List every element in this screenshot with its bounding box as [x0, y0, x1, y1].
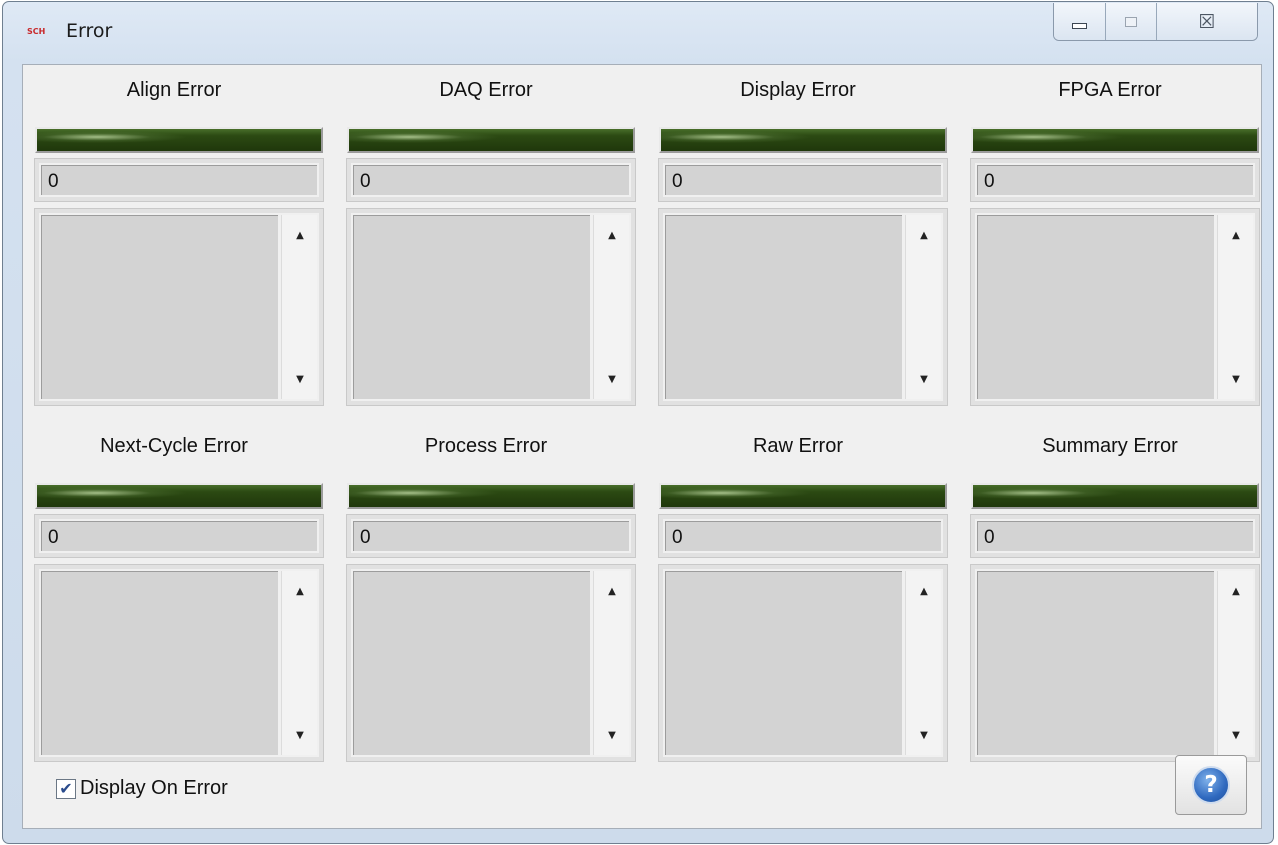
- error-code-field: 0: [346, 514, 636, 558]
- scrollbar[interactable]: ▲ ▼: [905, 215, 941, 399]
- error-code-field: 0: [34, 514, 324, 558]
- error-message-box: ▲ ▼: [346, 208, 636, 406]
- scroll-up-icon[interactable]: ▲: [906, 579, 942, 605]
- scroll-down-icon[interactable]: ▼: [594, 367, 630, 393]
- scrollbar[interactable]: ▲ ▼: [281, 215, 317, 399]
- app-logo-icon: SCH: [27, 27, 46, 36]
- error-message-text[interactable]: [665, 571, 902, 755]
- scroll-up-icon[interactable]: ▲: [906, 223, 942, 249]
- maximize-icon: [1124, 16, 1137, 27]
- scroll-down-icon[interactable]: ▼: [282, 367, 318, 393]
- error-code-value: 0: [41, 165, 317, 195]
- error-code-value: 0: [353, 521, 629, 551]
- status-led-indicator: [347, 483, 635, 509]
- error-panel: Align Error 0 ▲ ▼ DAQ Error 0 ▲ ▼ Display Error 0…: [22, 64, 1262, 829]
- minimize-button[interactable]: [1054, 3, 1106, 40]
- error-code-value: 0: [665, 521, 941, 551]
- error-title: DAQ Error: [439, 79, 533, 101]
- scroll-up-icon[interactable]: ▲: [594, 579, 630, 605]
- display-on-error-checkbox[interactable]: ✔: [56, 778, 76, 799]
- error-code-value: 0: [353, 165, 629, 195]
- status-led-indicator: [35, 127, 323, 153]
- window-title: Error: [66, 20, 113, 42]
- scroll-down-icon[interactable]: ▼: [906, 367, 942, 393]
- close-icon: ☒: [1198, 10, 1216, 33]
- error-message-box: ▲ ▼: [970, 208, 1260, 406]
- error-title: Summary Error: [1042, 435, 1178, 457]
- error-code-value: 0: [665, 165, 941, 195]
- scroll-up-icon[interactable]: ▲: [1218, 579, 1254, 605]
- error-title: Process Error: [424, 435, 548, 457]
- error-code-field: 0: [34, 158, 324, 202]
- scroll-up-icon[interactable]: ▲: [594, 223, 630, 249]
- error-message-box: ▲ ▼: [34, 208, 324, 406]
- error-window: SCH Error ☒ Align Error 0 ▲ ▼ DAQ Error 0 ▲ ▼ Di…: [2, 1, 1274, 844]
- close-button[interactable]: ☒: [1157, 3, 1257, 40]
- error-title: Display Error: [740, 79, 856, 101]
- error-message-box: ▲ ▼: [34, 564, 324, 762]
- error-code-field: 0: [658, 158, 948, 202]
- caption-buttons: ☒: [1053, 3, 1258, 41]
- scroll-up-icon[interactable]: ▲: [282, 223, 318, 249]
- error-code-field: 0: [970, 158, 1260, 202]
- status-led-indicator: [347, 127, 635, 153]
- error-message-text[interactable]: [41, 571, 278, 755]
- scroll-down-icon[interactable]: ▼: [906, 723, 942, 749]
- scrollbar[interactable]: ▲ ▼: [1217, 215, 1253, 399]
- error-message-box: ▲ ▼: [658, 564, 948, 762]
- status-led-indicator: [35, 483, 323, 509]
- error-message-text[interactable]: [665, 215, 902, 399]
- error-code-value: 0: [41, 521, 317, 551]
- maximize-button[interactable]: [1105, 3, 1157, 40]
- scroll-down-icon[interactable]: ▼: [1218, 367, 1254, 393]
- error-message-box: ▲ ▼: [658, 208, 948, 406]
- scrollbar[interactable]: ▲ ▼: [281, 571, 317, 755]
- error-message-text[interactable]: [41, 215, 278, 399]
- status-led-indicator: [971, 127, 1259, 153]
- status-led-indicator: [659, 127, 947, 153]
- scrollbar[interactable]: ▲ ▼: [905, 571, 941, 755]
- scrollbar[interactable]: ▲ ▼: [593, 571, 629, 755]
- error-title: FPGA Error: [1058, 79, 1162, 101]
- error-title: Raw Error: [752, 435, 843, 457]
- scroll-down-icon[interactable]: ▼: [594, 723, 630, 749]
- status-led-indicator: [971, 483, 1259, 509]
- help-icon: ?: [1192, 766, 1230, 804]
- minimize-icon: [1071, 22, 1087, 29]
- error-message-box: ▲ ▼: [970, 564, 1260, 762]
- checkmark-icon: ✔: [59, 778, 73, 798]
- scroll-down-icon[interactable]: ▼: [282, 723, 318, 749]
- title-bar[interactable]: SCH Error ☒: [3, 2, 1273, 62]
- error-code-field: 0: [658, 514, 948, 558]
- error-code-value: 0: [977, 165, 1253, 195]
- display-on-error-label[interactable]: Display On Error: [80, 777, 228, 800]
- scroll-up-icon[interactable]: ▲: [1218, 223, 1254, 249]
- status-led-indicator: [659, 483, 947, 509]
- scroll-down-icon[interactable]: ▼: [1218, 723, 1254, 749]
- error-code-field: 0: [346, 158, 636, 202]
- error-code-field: 0: [970, 514, 1260, 558]
- error-code-value: 0: [977, 521, 1253, 551]
- error-message-text[interactable]: [977, 571, 1214, 755]
- error-title: Next-Cycle Error: [100, 435, 248, 457]
- scrollbar[interactable]: ▲ ▼: [1217, 571, 1253, 755]
- help-glyph: ?: [1204, 772, 1218, 798]
- error-message-text[interactable]: [353, 571, 590, 755]
- error-message-box: ▲ ▼: [346, 564, 636, 762]
- display-on-error-row[interactable]: ✔ Display On Error: [56, 777, 228, 800]
- scrollbar[interactable]: ▲ ▼: [593, 215, 629, 399]
- scroll-up-icon[interactable]: ▲: [282, 579, 318, 605]
- error-title: Align Error: [126, 79, 222, 101]
- help-button[interactable]: ?: [1175, 755, 1247, 815]
- error-message-text[interactable]: [977, 215, 1214, 399]
- error-message-text[interactable]: [353, 215, 590, 399]
